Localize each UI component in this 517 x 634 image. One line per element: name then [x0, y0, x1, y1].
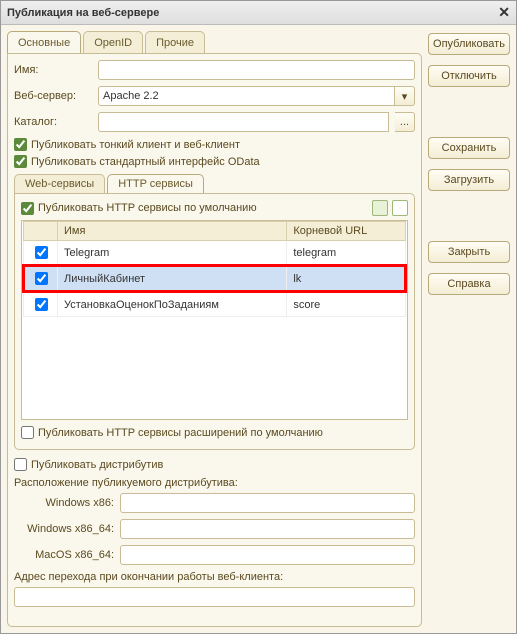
publish-button[interactable]: Опубликовать: [428, 33, 510, 55]
row-url: score: [287, 292, 406, 317]
col-name[interactable]: Имя: [58, 222, 287, 241]
tab-panel-main: Имя: Веб-сервер: Apache 2.2 ▾ Каталог: .…: [7, 53, 422, 627]
tab-http-services[interactable]: HTTP сервисы: [107, 174, 204, 193]
table-row[interactable]: УстановкаОценокПоЗаданиям score: [24, 292, 406, 317]
win86-input[interactable]: [120, 493, 415, 513]
win64-input[interactable]: [120, 519, 415, 539]
row-name: Telegram: [58, 241, 287, 266]
services-table: Имя Корневой URL Telegram telegram: [21, 220, 408, 420]
thin-client-label: Публиковать тонкий клиент и веб-клиент: [31, 139, 240, 151]
tab-other[interactable]: Прочие: [145, 31, 205, 53]
http-default-label: Публиковать HTTP сервисы по умолчанию: [38, 202, 257, 214]
webserver-label: Веб-сервер:: [14, 90, 92, 102]
help-button[interactable]: Справка: [428, 273, 510, 295]
mac64-input[interactable]: [120, 545, 415, 565]
load-button[interactable]: Загрузить: [428, 169, 510, 191]
name-input[interactable]: [98, 60, 415, 80]
http-ext-checkbox[interactable]: [21, 426, 34, 439]
col-url[interactable]: Корневой URL: [287, 222, 406, 241]
row-checkbox[interactable]: [35, 272, 48, 285]
close-icon[interactable]: ✕: [498, 4, 510, 21]
name-label: Имя:: [14, 64, 92, 76]
tab-web-services[interactable]: Web-сервисы: [14, 174, 105, 193]
save-button[interactable]: Сохранить: [428, 137, 510, 159]
uncheck-all-icon[interactable]: [392, 200, 408, 216]
catalog-input[interactable]: [98, 112, 389, 132]
titlebar: Публикация на веб-сервере ✕: [1, 1, 516, 25]
odata-label: Публиковать стандартный интерфейс OData: [31, 156, 260, 168]
http-ext-label: Публиковать HTTP сервисы расширений по у…: [38, 427, 323, 439]
catalog-label: Каталог:: [14, 116, 92, 128]
close-button[interactable]: Закрыть: [428, 241, 510, 263]
http-panel: Публиковать HTTP сервисы по умолчанию: [14, 193, 415, 450]
row-name: ЛичныйКабинет: [58, 266, 287, 292]
browse-button[interactable]: ...: [395, 112, 415, 132]
redirect-label: Адрес перехода при окончании работы веб-…: [14, 571, 415, 583]
disconnect-button[interactable]: Отключить: [428, 65, 510, 87]
http-default-checkbox[interactable]: [21, 202, 34, 215]
col-check: [24, 222, 58, 241]
webserver-select[interactable]: Apache 2.2: [98, 86, 395, 106]
main-panel: Основные OpenID Прочие Имя: Веб-сервер: …: [7, 31, 422, 627]
chevron-down-icon[interactable]: ▾: [395, 86, 415, 106]
dialog-body: Основные OpenID Прочие Имя: Веб-сервер: …: [1, 25, 516, 633]
dist-location-label: Расположение публикуемого дистрибутива:: [14, 477, 415, 489]
win64-label: Windows x86_64:: [14, 523, 114, 535]
publish-dist-checkbox[interactable]: [14, 458, 27, 471]
top-tabs: Основные OpenID Прочие: [7, 31, 422, 53]
row-name: УстановкаОценокПоЗаданиям: [58, 292, 287, 317]
redirect-input[interactable]: [14, 587, 415, 607]
odata-checkbox[interactable]: [14, 155, 27, 168]
row-url: lk: [287, 266, 406, 292]
publish-dist-label: Публиковать дистрибутив: [31, 459, 163, 471]
button-panel: Опубликовать Отключить Сохранить Загрузи…: [428, 31, 510, 627]
tab-main[interactable]: Основные: [7, 31, 81, 53]
tab-openid[interactable]: OpenID: [83, 31, 143, 53]
table-row[interactable]: Telegram telegram: [24, 241, 406, 266]
table-row[interactable]: ЛичныйКабинет lk: [24, 266, 406, 292]
row-checkbox[interactable]: [35, 298, 48, 311]
row-url: telegram: [287, 241, 406, 266]
win86-label: Windows x86:: [14, 497, 114, 509]
mac64-label: MacOS x86_64:: [14, 549, 114, 561]
dialog-window: Публикация на веб-сервере ✕ Основные Ope…: [0, 0, 517, 634]
inner-tabs: Web-сервисы HTTP сервисы: [14, 174, 415, 193]
row-checkbox[interactable]: [35, 246, 48, 259]
thin-client-checkbox[interactable]: [14, 138, 27, 151]
dialog-title: Публикация на веб-сервере: [7, 7, 159, 19]
check-all-icon[interactable]: [372, 200, 388, 216]
